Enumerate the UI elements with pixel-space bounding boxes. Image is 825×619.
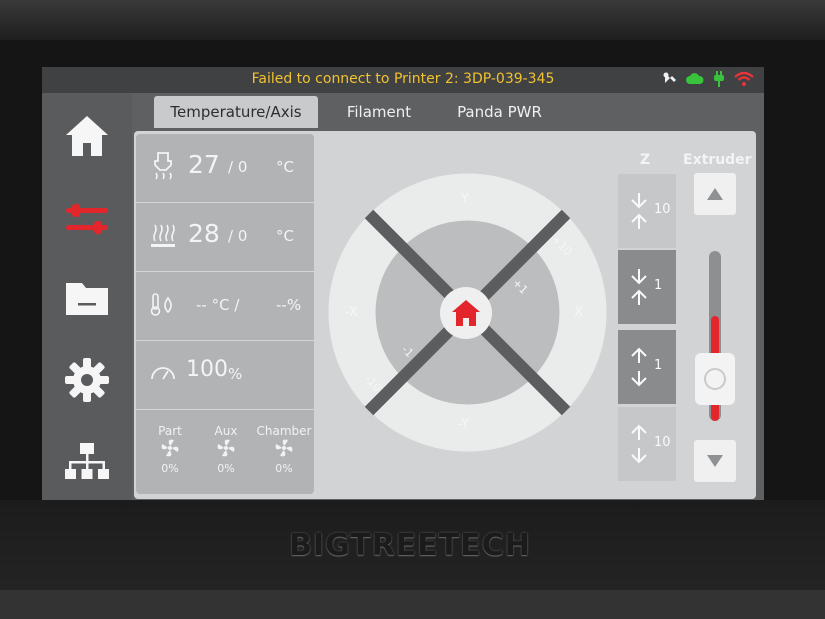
temperature-card: 27 / 0 °C 28 / 0 °C -- °C / --% 100 % Pa… bbox=[136, 134, 314, 494]
wifi-icon bbox=[734, 71, 754, 87]
sidebar-item-files[interactable] bbox=[64, 275, 110, 321]
z-down-10-button[interactable]: 10 bbox=[618, 407, 676, 481]
wrench-icon bbox=[662, 71, 678, 87]
z-up-10-icon bbox=[631, 193, 647, 229]
part-fan-value: 0% bbox=[161, 462, 179, 475]
triangle-up-icon bbox=[707, 188, 723, 200]
bed-target-temp: / 0 bbox=[228, 227, 248, 245]
aux-fan-value: 0% bbox=[217, 462, 235, 475]
nozzle-temp-unit: °C bbox=[276, 158, 294, 176]
aux-fan[interactable]: Aux 0% bbox=[198, 424, 254, 475]
fan-icon bbox=[217, 439, 235, 457]
extrude-down-button[interactable] bbox=[694, 440, 736, 482]
device-bezel-top bbox=[0, 0, 825, 40]
home-icon bbox=[452, 300, 480, 326]
chamber-fan-value: 0% bbox=[275, 462, 293, 475]
nozzle-icon bbox=[154, 152, 172, 180]
z-axis-header: Z bbox=[640, 152, 651, 168]
fan-icon bbox=[275, 439, 293, 457]
nozzle-target-temp: / 0 bbox=[228, 158, 248, 176]
chamber-fan-label: Chamber bbox=[256, 424, 312, 438]
jog-x-minus[interactable]: -X bbox=[345, 305, 358, 320]
chamber-humidity: --% bbox=[276, 296, 302, 314]
status-bar: Failed to connect to Printer 2: 3DP-039-… bbox=[42, 67, 764, 93]
z-down-1-amount: 1 bbox=[654, 358, 663, 373]
device-frame-bottom bbox=[0, 590, 825, 619]
circle-handle-icon bbox=[704, 368, 726, 390]
z-down-1-button[interactable]: 1 bbox=[618, 330, 676, 404]
tab-temperature-axis[interactable]: Temperature/Axis bbox=[154, 96, 318, 128]
home-icon bbox=[66, 116, 108, 156]
z-up-10-button[interactable]: 10 bbox=[618, 174, 676, 248]
nozzle-temp-row[interactable]: 27 / 0 °C bbox=[136, 134, 314, 203]
sidebar-item-control[interactable] bbox=[64, 196, 110, 242]
sidebar bbox=[42, 93, 132, 501]
speedometer-icon bbox=[151, 367, 175, 380]
bed-temp-row[interactable]: 28 / 0 °C bbox=[136, 203, 314, 272]
bed-current-temp: 28 bbox=[188, 219, 220, 248]
tab-filament[interactable]: Filament bbox=[332, 96, 426, 128]
sliders-icon bbox=[66, 204, 108, 234]
z-up-10-amount: 10 bbox=[654, 202, 671, 217]
extruder-slider-handle[interactable] bbox=[695, 353, 735, 405]
z-up-1-button[interactable]: 1 bbox=[618, 250, 676, 324]
z-up-1-amount: 1 bbox=[654, 278, 663, 293]
thermometer-humidity-icon bbox=[150, 293, 172, 316]
bed-temp-unit: °C bbox=[276, 227, 294, 245]
speed-row[interactable]: 100 % bbox=[136, 341, 314, 410]
part-fan-label: Part bbox=[158, 424, 182, 438]
speed-value: 100 bbox=[186, 357, 228, 382]
home-axes-button[interactable] bbox=[440, 287, 492, 339]
connection-error-message: Failed to connect to Printer 2: 3DP-039-… bbox=[251, 71, 555, 87]
z-down-10-icon bbox=[631, 424, 647, 464]
status-icons bbox=[662, 71, 754, 87]
z-down-10-amount: 10 bbox=[654, 435, 671, 450]
extrude-up-button[interactable] bbox=[694, 173, 736, 215]
nozzle-current-temp: 27 bbox=[188, 150, 220, 179]
fan-icon bbox=[161, 439, 179, 457]
tab-panda-pwr[interactable]: Panda PWR bbox=[442, 96, 557, 128]
gear-icon bbox=[65, 358, 109, 402]
touchscreen: Failed to connect to Printer 2: 3DP-039-… bbox=[42, 67, 764, 501]
cloud-icon bbox=[686, 72, 704, 86]
speed-unit: % bbox=[228, 365, 243, 383]
chamber-fan[interactable]: Chamber 0% bbox=[256, 424, 312, 475]
jog-y-plus[interactable]: Y bbox=[461, 192, 469, 207]
plug-icon bbox=[712, 71, 726, 87]
z-up-1-icon bbox=[631, 269, 647, 305]
triangle-down-icon bbox=[707, 455, 723, 467]
heated-bed-icon bbox=[151, 224, 175, 247]
z-down-1-icon bbox=[631, 347, 647, 387]
sidebar-item-settings[interactable] bbox=[64, 357, 110, 403]
jog-y-minus[interactable]: -Y bbox=[458, 417, 469, 432]
sidebar-item-home[interactable] bbox=[64, 113, 110, 159]
jog-x-plus[interactable]: X bbox=[574, 305, 583, 320]
network-icon bbox=[65, 443, 109, 479]
chamber-temp: -- °C / bbox=[196, 296, 240, 314]
chamber-env-row[interactable]: -- °C / --% bbox=[136, 272, 314, 341]
folder-icon bbox=[66, 283, 108, 315]
brand-logo: BIGTREETECH bbox=[289, 528, 531, 563]
aux-fan-label: Aux bbox=[214, 424, 238, 438]
extruder-header: Extruder bbox=[683, 152, 752, 168]
part-fan[interactable]: Part 0% bbox=[142, 424, 198, 475]
sidebar-item-network[interactable] bbox=[64, 439, 110, 485]
